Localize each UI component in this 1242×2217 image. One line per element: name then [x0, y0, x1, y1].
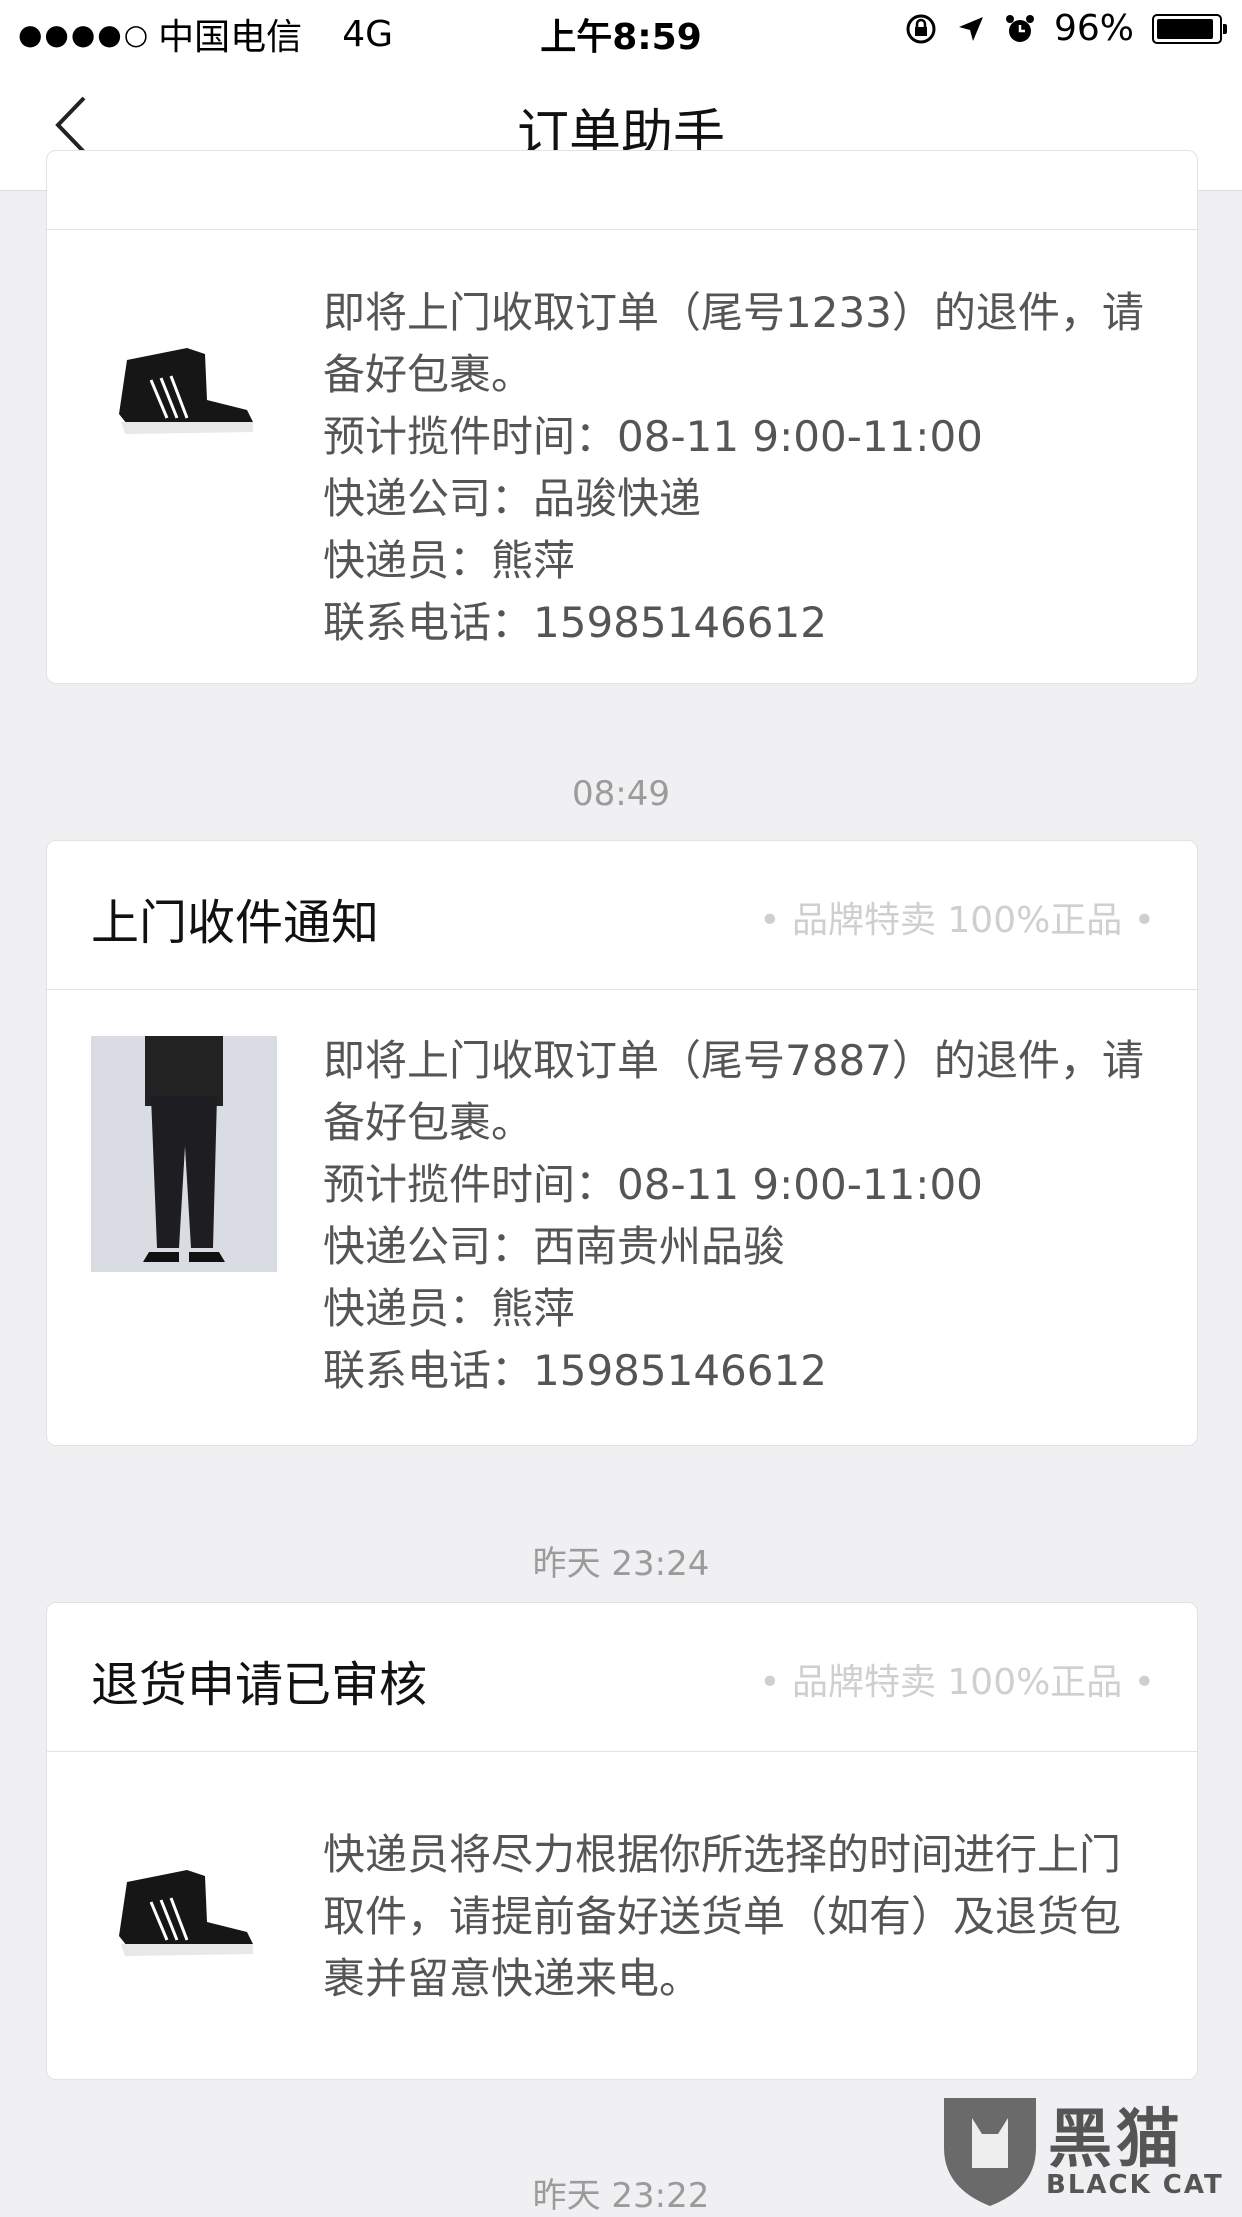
- brand-tag: • 品牌特卖 100%正品 •: [759, 900, 1155, 941]
- battery-percent: 96%: [1053, 8, 1134, 49]
- card-title: 上门收件通知: [91, 895, 380, 951]
- battery-icon: [1152, 13, 1227, 44]
- status-bar: ●●●●○ 中国电信 4G 上午8:59 96%: [0, 0, 1242, 62]
- message-line: 快递公司：西南贵州品骏: [323, 1222, 786, 1271]
- sneaker-thumbnail: [119, 348, 253, 434]
- watermark-en: BLACK CAT: [1046, 2170, 1224, 2200]
- card-header: 上门收件通知 • 品牌特卖 100%正品 •: [47, 841, 1197, 990]
- watermark-cn: 黑猫: [1048, 2103, 1184, 2177]
- watermark: 黑猫 BLACK CAT: [938, 2088, 1228, 2208]
- message-line: 即将上门收取订单（尾号1233）的退件，请备好包裹。: [323, 288, 1144, 399]
- timestamp: 08:49: [572, 774, 670, 814]
- message-card[interactable]: 上门收件通知 • 品牌特卖 100%正品 • 即将上门收取订单（尾号7887）的…: [46, 840, 1198, 1446]
- timestamp: 昨天 23:24: [532, 1544, 710, 1584]
- message-line: 快递员将尽力根据你所选择的时间进行上门取件，请提前备好送货单（如有）及退货包裹并…: [323, 1830, 1122, 2003]
- alarm-icon: [1005, 14, 1034, 42]
- message-line: 即将上门收取订单（尾号7887）的退件，请备好包裹。: [323, 1036, 1144, 1147]
- card-title: 退货申请已审核: [91, 1657, 428, 1713]
- card-header-cut: [47, 151, 1197, 230]
- message-line: 快递员：熊萍: [323, 536, 576, 585]
- message-card[interactable]: 即将上门收取订单（尾号1233）的退件，请备好包裹。 预计揽件时间：08-11 …: [46, 150, 1198, 684]
- card-header: 退货申请已审核 • 品牌特卖 100%正品 •: [47, 1603, 1197, 1752]
- sneaker-thumbnail: [119, 1870, 253, 1956]
- location-arrow-icon: [958, 16, 983, 41]
- message-line: 预计揽件时间：08-11 9:00-11:00: [323, 1160, 983, 1209]
- brand-tag: • 品牌特卖 100%正品 •: [759, 1662, 1155, 1703]
- message-line: 预计揽件时间：08-11 9:00-11:00: [323, 412, 983, 461]
- message-line: 快递员：熊萍: [323, 1284, 576, 1333]
- cat-shield-logo-icon: [944, 2098, 1036, 2206]
- orientation-lock-icon: [906, 14, 936, 43]
- message-line: 联系电话：15985146612: [323, 598, 827, 647]
- pants-thumbnail: [91, 1036, 277, 1272]
- message-line: 快递公司：品骏快递: [323, 474, 702, 523]
- message-card[interactable]: 退货申请已审核 • 品牌特卖 100%正品 • 快递员将尽力根据你所选择的时间进…: [46, 1602, 1198, 2080]
- message-line: 联系电话：15985146612: [323, 1346, 827, 1395]
